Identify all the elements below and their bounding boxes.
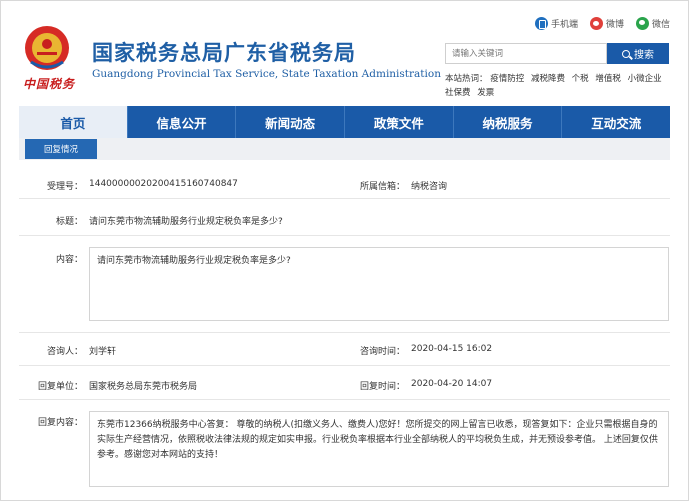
nav-item-interaction[interactable]: 互动交流	[562, 106, 670, 138]
title-value: 请问东莞市物流辅助服务行业规定税负率是多少?	[89, 217, 283, 227]
asker-value: 刘学轩	[89, 347, 117, 357]
hot-word-link[interactable]: 疫情防控	[490, 74, 524, 84]
wechat-icon	[635, 17, 649, 30]
nav-item-home[interactable]: 首页	[19, 106, 128, 138]
hot-word-link[interactable]: 增值税	[595, 74, 621, 84]
divider	[19, 198, 670, 199]
mobile-icon	[534, 17, 548, 30]
nav-item-policy[interactable]: 政策文件	[345, 106, 454, 138]
weibo-link-label: 微博	[605, 20, 624, 30]
ask-time-label: 咨询时间：	[359, 347, 405, 357]
content-box: 请问东莞市物流辅助服务行业规定税负率是多少?	[89, 247, 669, 321]
content-label: 内容：	[55, 255, 83, 265]
site-subtitle: Guangdong Provincial Tax Service, State …	[92, 68, 441, 80]
hot-words: 本站热词： 疫情防控 减税降费 个税 增值税 小微企业 社保费 发票	[445, 72, 671, 100]
reply-unit-label: 回复单位：	[37, 382, 83, 392]
mobile-link-label: 手机端	[550, 20, 578, 30]
hot-words-label: 本站热词：	[445, 74, 488, 84]
nav-item-news[interactable]: 新闻动态	[236, 106, 346, 138]
wechat-link[interactable]: 微信	[635, 17, 670, 30]
sub-nav-bar: 回复情况	[19, 138, 670, 160]
search-input[interactable]	[445, 43, 607, 64]
top-links: 手机端 微博 微信	[534, 17, 670, 30]
hot-word-link[interactable]: 社保费	[445, 88, 471, 98]
divider	[19, 332, 670, 333]
site-header: 中国税务 国家税务总局广东省税务局 Guangdong Provincial T…	[1, 1, 688, 105]
mailbox-value: 纳税咨询	[411, 182, 448, 192]
search-button[interactable]: 搜索	[607, 43, 669, 64]
hot-word-link[interactable]: 减税降费	[531, 74, 565, 84]
reply-time-label: 回复时间：	[359, 382, 405, 392]
search-button-label: 搜索	[634, 50, 654, 61]
reply-content-label: 回复内容：	[37, 418, 83, 428]
tab-reply-status[interactable]: 回复情况	[25, 139, 97, 159]
title-label: 标题：	[55, 217, 83, 227]
mobile-link[interactable]: 手机端	[534, 17, 578, 30]
reply-time-value: 2020-04-20 14:07	[411, 379, 493, 389]
accept-no-value: 14400000020200415160740847	[89, 179, 238, 189]
hot-word-link[interactable]: 发票	[477, 88, 494, 98]
divider	[19, 365, 670, 366]
reply-content-box: 东莞市12366纳税服务中心答复： 尊敬的纳税人(扣缴义务人、缴费人)您好！您所…	[89, 411, 669, 487]
divider	[19, 399, 670, 400]
weibo-icon	[589, 17, 603, 30]
nav-item-info-disclosure[interactable]: 信息公开	[128, 106, 237, 138]
hot-word-link[interactable]: 小微企业	[628, 74, 662, 84]
site-title[interactable]: 国家税务总局广东省税务局	[92, 37, 356, 67]
mailbox-label: 所属信箱：	[359, 182, 405, 192]
wechat-link-label: 微信	[651, 20, 670, 30]
search-icon	[622, 49, 630, 58]
tax-emblem-icon	[25, 26, 69, 70]
main-nav: 首页 信息公开 新闻动态 政策文件 纳税服务 互动交流	[19, 106, 670, 138]
reply-unit-value: 国家税务总局东莞市税务局	[89, 382, 198, 392]
divider	[19, 235, 670, 236]
ask-time-value: 2020-04-15 16:02	[411, 344, 493, 354]
asker-label: 咨询人：	[46, 347, 83, 357]
china-tax-logo: 中国税务	[23, 77, 76, 91]
nav-item-tax-service[interactable]: 纳税服务	[454, 106, 563, 138]
weibo-link[interactable]: 微博	[589, 17, 624, 30]
page: 中国税务 国家税务总局广东省税务局 Guangdong Provincial T…	[0, 0, 689, 501]
accept-no-label: 受理号：	[46, 182, 83, 192]
hot-word-link[interactable]: 个税	[572, 74, 589, 84]
